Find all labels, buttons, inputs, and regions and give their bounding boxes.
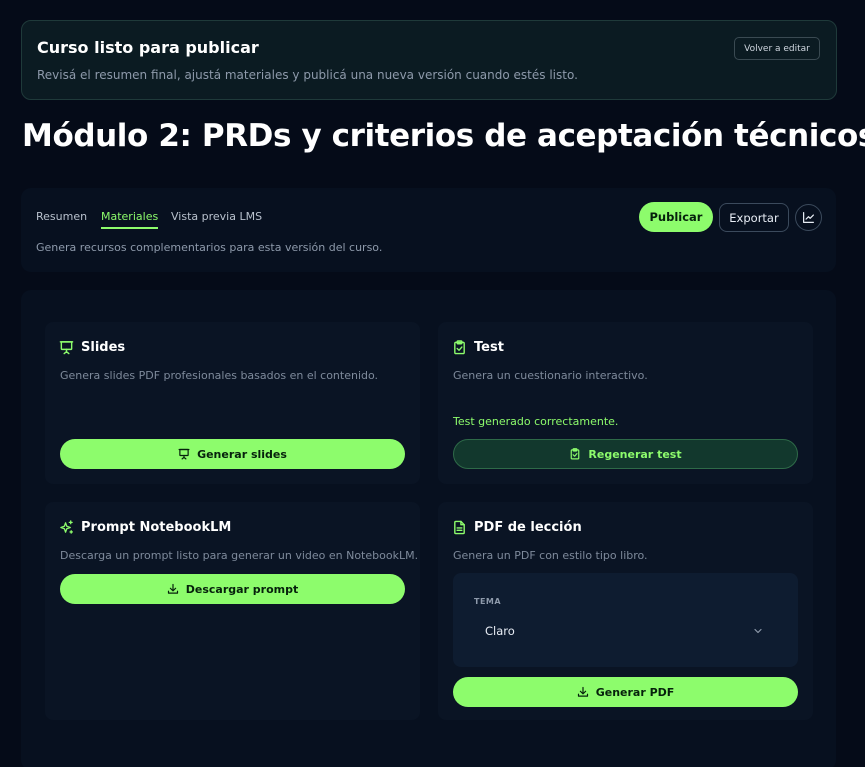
prompt-card-title: Prompt NotebookLM — [59, 520, 231, 535]
presentation-icon — [59, 340, 74, 355]
test-description: Genera un cuestionario interactivo. — [453, 369, 648, 382]
slides-card-title: Slides — [59, 340, 125, 355]
back-to-edit-button[interactable]: Volver a editar — [734, 37, 820, 60]
test-status-message: Test generado correctamente. — [453, 415, 619, 428]
regenerate-test-button[interactable]: Regenerar test — [453, 439, 798, 469]
generate-slides-label: Generar slides — [197, 447, 287, 461]
stats-button[interactable] — [795, 204, 822, 231]
generate-slides-button[interactable]: Generar slides — [60, 439, 405, 469]
materials-panel: Slides Genera slides PDF profesionales b… — [21, 290, 836, 767]
prompt-card: Prompt NotebookLM Descarga un prompt lis… — [45, 502, 420, 720]
banner-subtitle: Revisá el resumen final, ajustá material… — [37, 68, 578, 82]
test-card: Test Genera un cuestionario interactivo.… — [438, 322, 813, 484]
tab-materiales[interactable]: Materiales — [101, 210, 159, 229]
banner-title: Curso listo para publicar — [37, 38, 259, 57]
tabs-description: Genera recursos complementarios para est… — [36, 241, 383, 254]
generate-pdf-label: Generar PDF — [595, 685, 675, 699]
chevron-down-icon — [752, 625, 764, 637]
prompt-description: Descarga un prompt listo para generar un… — [60, 549, 419, 562]
download-prompt-label: Descargar prompt — [185, 582, 299, 596]
test-card-title: Test — [452, 340, 504, 355]
prompt-title-text: Prompt NotebookLM — [81, 520, 232, 535]
export-button[interactable]: Exportar — [719, 203, 789, 232]
presentation-icon — [178, 448, 190, 460]
generate-pdf-button[interactable]: Generar PDF — [453, 677, 798, 707]
pdf-card: PDF de lección Genera un PDF con estilo … — [438, 502, 813, 720]
clipboard-check-icon — [452, 340, 467, 355]
chart-line-icon — [802, 211, 815, 224]
file-text-icon — [452, 520, 467, 535]
tab-resumen[interactable]: Resumen — [36, 210, 87, 227]
theme-select[interactable]: Claro — [474, 618, 774, 644]
page-title: Módulo 2: PRDs y criterios de aceptación… — [22, 118, 865, 154]
regenerate-test-label: Regenerar test — [588, 447, 682, 461]
test-title-text: Test — [474, 340, 504, 355]
tabs-panel: Resumen Materiales Vista previa LMS Gene… — [21, 188, 836, 272]
tab-vista-previa-lms[interactable]: Vista previa LMS — [171, 210, 262, 227]
theme-select-value: Claro — [485, 624, 515, 638]
download-icon — [577, 686, 589, 698]
publish-banner: Curso listo para publicar Revisá el resu… — [21, 20, 837, 100]
pdf-description: Genera un PDF con estilo tipo libro. — [453, 549, 648, 562]
pdf-title-text: PDF de lección — [474, 520, 582, 535]
theme-selector-box: TEMA Claro — [453, 573, 798, 667]
theme-label: TEMA — [474, 597, 502, 606]
download-icon — [167, 583, 179, 595]
download-prompt-button[interactable]: Descargar prompt — [60, 574, 405, 604]
clipboard-check-icon — [569, 448, 581, 460]
slides-title-text: Slides — [81, 340, 126, 355]
pdf-card-title: PDF de lección — [452, 520, 582, 535]
sparkles-icon — [59, 520, 74, 535]
slides-card: Slides Genera slides PDF profesionales b… — [45, 322, 420, 484]
slides-description: Genera slides PDF profesionales basados … — [60, 369, 379, 382]
publish-button[interactable]: Publicar — [639, 202, 713, 232]
